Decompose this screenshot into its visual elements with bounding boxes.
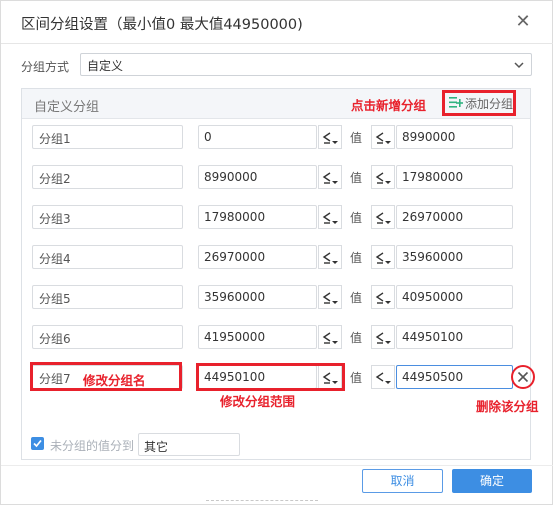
upper-operator-select[interactable]: [371, 245, 395, 269]
close-icon: [517, 371, 529, 383]
dialog-title: 区间分组设置（最小值0 最大值44950000): [21, 17, 303, 33]
value-label: 值: [350, 331, 363, 345]
delete-group-button[interactable]: [511, 365, 535, 389]
lower-operator-select[interactable]: [318, 245, 342, 269]
lower-operator-select[interactable]: [318, 125, 342, 149]
group-name-input[interactable]: 分组5: [32, 285, 183, 309]
chevron-down-icon: [514, 62, 524, 69]
scroll-hint: [206, 500, 318, 505]
upper-operator-select[interactable]: [371, 205, 395, 229]
upper-operator-select[interactable]: [371, 125, 395, 149]
annotation-rename: 修改分组名: [83, 373, 146, 388]
group-row: 分组2 8990000 值 17980000: [1, 165, 553, 189]
range-end-input[interactable]: 26970000: [396, 205, 513, 229]
group-name-input[interactable]: 分组1: [32, 125, 183, 149]
upper-operator-select[interactable]: [371, 165, 395, 189]
check-icon: [33, 439, 42, 448]
range-end-input[interactable]: 17980000: [396, 165, 513, 189]
group-name-input[interactable]: 分组2: [32, 165, 183, 189]
ungrouped-label: 未分组的值分到: [50, 439, 135, 453]
group-row: 分组5 35960000 值 40950000: [1, 285, 553, 309]
header-divider: [1, 43, 553, 44]
cancel-button[interactable]: 取消: [362, 469, 443, 493]
range-start-input[interactable]: 17980000: [198, 205, 317, 229]
group-row: 分组1 0 值 8990000: [1, 125, 553, 149]
range-end-input[interactable]: 40950000: [396, 285, 513, 309]
range-start-input[interactable]: 35960000: [198, 285, 317, 309]
value-label: 值: [350, 291, 363, 305]
group-name-input[interactable]: 分组6: [32, 325, 183, 349]
panel-title: 自定义分组: [34, 100, 100, 115]
lower-operator-select[interactable]: [318, 165, 342, 189]
upper-operator-select[interactable]: [371, 285, 395, 309]
group-method-select[interactable]: 自定义: [80, 53, 532, 76]
lower-operator-select[interactable]: [318, 325, 342, 349]
upper-operator-select[interactable]: [371, 365, 395, 389]
value-label: 值: [350, 371, 363, 385]
range-end-input[interactable]: 35960000: [396, 245, 513, 269]
group-name-input[interactable]: 分组4: [32, 245, 183, 269]
range-start-input[interactable]: 41950000: [198, 325, 317, 349]
highlight-range: [196, 363, 345, 391]
highlight-add-group: [442, 90, 516, 116]
group-method-label: 分组方式: [21, 60, 70, 74]
annotation-range: 修改分组范围: [220, 394, 296, 409]
footer-divider: [1, 465, 553, 466]
value-label: 值: [350, 251, 363, 265]
value-label: 值: [350, 131, 363, 145]
close-icon[interactable]: ✕: [513, 12, 533, 32]
upper-operator-select[interactable]: [371, 325, 395, 349]
group-row: 分组4 26970000 值 35960000: [1, 245, 553, 269]
group-row: 分组6 41950000 值 44950100: [1, 325, 553, 349]
group-row: 分组3 17980000 值 26970000: [1, 205, 553, 229]
annotation-add-group: 点击新增分组: [351, 98, 427, 113]
group-method-value: 自定义: [87, 59, 124, 73]
range-start-input[interactable]: 0: [198, 125, 317, 149]
range-start-input[interactable]: 26970000: [198, 245, 317, 269]
confirm-button[interactable]: 确定: [452, 469, 532, 493]
range-start-input[interactable]: 8990000: [198, 165, 317, 189]
group-name-input[interactable]: 分组3: [32, 205, 183, 229]
lower-operator-select[interactable]: [318, 285, 342, 309]
range-end-input[interactable]: 44950100: [396, 325, 513, 349]
range-end-input[interactable]: 8990000: [396, 125, 513, 149]
value-label: 值: [350, 171, 363, 185]
range-end-input[interactable]: 44950500: [396, 365, 513, 389]
ungrouped-checkbox[interactable]: [31, 437, 44, 450]
lower-operator-select[interactable]: [318, 205, 342, 229]
ungrouped-name-input[interactable]: 其它: [138, 433, 240, 456]
value-label: 值: [350, 211, 363, 225]
annotation-delete: 删除该分组: [476, 399, 539, 414]
interval-group-dialog: 区间分组设置（最小值0 最大值44950000) ✕ 分组方式 自定义 自定义分…: [0, 0, 553, 505]
